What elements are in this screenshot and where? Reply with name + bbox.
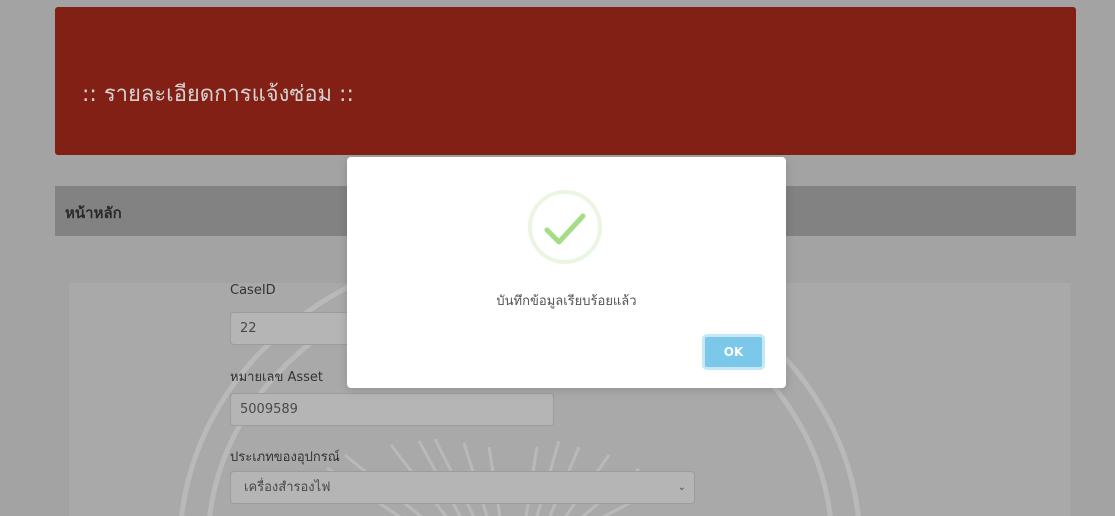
breadcrumb-home[interactable]: หน้าหลัก bbox=[65, 201, 122, 225]
device-type-label: ประเภทของอุปกรณ์ bbox=[230, 450, 340, 465]
asset-number-field[interactable]: 5009589 bbox=[230, 393, 554, 426]
checkmark-circle-icon bbox=[528, 190, 602, 264]
page: :: รายละเอียดการแจ้งซ่อม :: หน้าหลัก Cas… bbox=[0, 0, 1115, 516]
dialog-message: บันทึกข้อมูลเรียบร้อยแล้ว bbox=[496, 294, 637, 309]
chevron-down-icon: ⌄ bbox=[677, 482, 686, 493]
page-title: :: รายละเอียดการแจ้งซ่อม :: bbox=[82, 82, 354, 107]
success-dialog: บันทึกข้อมูลเรียบร้อยแล้ว OK bbox=[347, 157, 786, 388]
asset-number-label: หมายเลข Asset bbox=[230, 370, 324, 385]
ok-button[interactable]: OK bbox=[702, 334, 765, 370]
device-type-select[interactable]: เครื่องสำรองไฟ ⌄ bbox=[230, 471, 695, 504]
header-banner: :: รายละเอียดการแจ้งซ่อม :: bbox=[55, 7, 1076, 155]
case-id-label: CaseID bbox=[230, 283, 276, 298]
device-type-selected-value: เครื่องสำรองไฟ bbox=[244, 480, 331, 495]
